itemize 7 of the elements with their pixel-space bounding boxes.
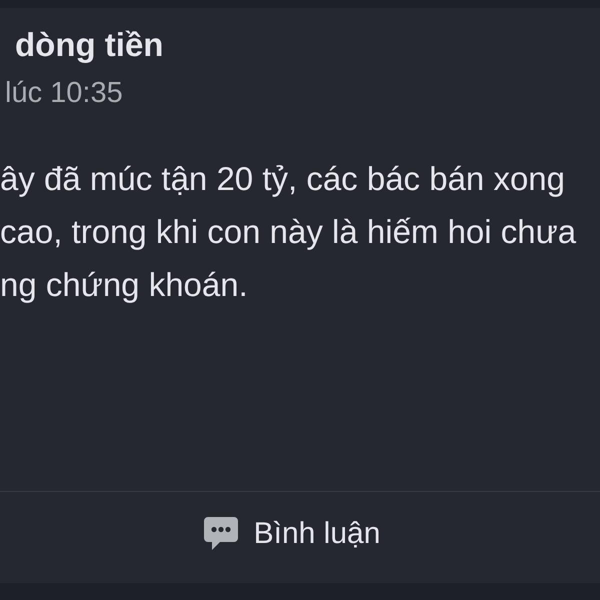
post-title: dòng tiền — [14, 25, 164, 65]
post-text: ây đã múc tận 20 tỷ, các bác bán xong — [0, 159, 566, 199]
comment-icon — [204, 517, 238, 550]
comment-button[interactable]: Bình luận — [204, 516, 380, 552]
post-text: ng chứng khoán. — [0, 265, 248, 305]
post-text: cao, trong khi con này là hiếm hoi chưa — [0, 212, 576, 252]
post-timestamp: lúc 10:35 — [4, 76, 123, 111]
